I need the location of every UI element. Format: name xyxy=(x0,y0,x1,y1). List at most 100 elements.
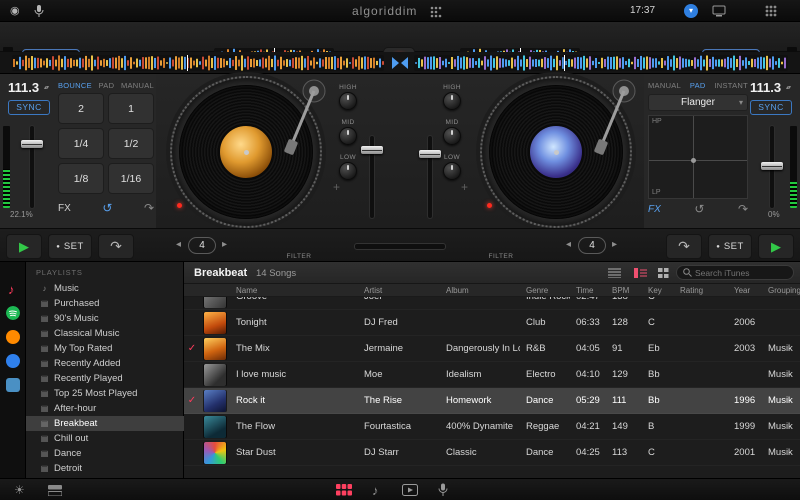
microphone-icon[interactable] xyxy=(34,4,44,18)
sidebar-item-top-25[interactable]: ▤Top 25 Most Played xyxy=(26,386,184,401)
bend-icon-right[interactable]: ↷ xyxy=(738,202,748,216)
soundcloud-source-icon[interactable] xyxy=(6,330,20,344)
play-button-left[interactable]: ▶ xyxy=(6,234,42,259)
tab-pad-right[interactable]: PAD xyxy=(690,81,706,90)
col-genre[interactable]: Genre xyxy=(520,286,570,295)
tab-bounce[interactable]: BOUNCE xyxy=(58,81,92,90)
bounce-pad-quarter[interactable]: 1/4 xyxy=(58,128,104,159)
bounce-pad-half[interactable]: 1/2 xyxy=(108,128,154,159)
sidebar-item-classical-music[interactable]: ▤Classical Music xyxy=(26,326,184,341)
cue-jump-button-right[interactable]: ↷ xyxy=(666,234,702,259)
sidebar-item-recently-played[interactable]: ▤Recently Played xyxy=(26,371,184,386)
crossfade-icon[interactable] xyxy=(391,57,409,69)
row-check[interactable]: ✓ xyxy=(184,343,200,354)
col-album[interactable]: Album xyxy=(440,286,520,295)
loop-double-left[interactable]: ▸ xyxy=(222,239,227,250)
fx-select-dropdown[interactable]: Flanger ▾ xyxy=(648,94,748,111)
col-bpm[interactable]: BPM xyxy=(606,286,642,295)
volume-fader-right[interactable] xyxy=(428,136,432,218)
col-time[interactable]: Time xyxy=(570,286,606,295)
col-grouping[interactable]: Grouping xyxy=(762,286,800,295)
tab-manual[interactable]: MANUAL xyxy=(121,81,154,90)
search-input[interactable] xyxy=(695,268,785,278)
eq-low-knob-left[interactable] xyxy=(339,162,357,180)
table-row[interactable]: Tonight DJ Fred Club 06:33 128 C 2006 xyxy=(184,310,800,336)
sidebar-item-my-top-rated[interactable]: ▤My Top Rated xyxy=(26,341,184,356)
bottom-tab-video-icon[interactable] xyxy=(402,484,418,496)
crossfader[interactable] xyxy=(354,243,446,250)
bend-icon-left[interactable]: ↷ xyxy=(144,201,154,215)
tonearm-left[interactable] xyxy=(278,78,330,166)
set-cue-button-left[interactable]: ●SET xyxy=(48,234,92,259)
brightness-icon[interactable]: ☀ xyxy=(14,483,25,497)
eq-mid-knob-right[interactable] xyxy=(443,127,461,145)
sidebar-item-music[interactable]: ♪Music xyxy=(26,281,184,296)
loop-half-right[interactable]: ◂ xyxy=(566,239,571,250)
bounce-pad-2[interactable]: 2 xyxy=(58,93,104,124)
table-row[interactable]: Groove Joel Indie Rock 02:47 138 C xyxy=(184,297,800,310)
cue-jump-button-left[interactable]: ↷ xyxy=(98,234,134,259)
loop-half-left[interactable]: ◂ xyxy=(176,239,181,250)
bottom-tab-music-icon[interactable]: ♪ xyxy=(372,483,379,498)
pitch-bend-plus-right[interactable]: + xyxy=(461,180,468,194)
files-source-icon[interactable] xyxy=(6,378,20,392)
tab-pad[interactable]: PAD xyxy=(99,81,115,90)
pitch-handle-left[interactable] xyxy=(21,140,43,148)
sync-button-right[interactable]: SYNC xyxy=(750,100,792,115)
sidebar-item-detroit[interactable]: ▤Detroit xyxy=(26,461,184,476)
view-list-art-icon[interactable] xyxy=(634,268,647,278)
pitch-bend-plus-left[interactable]: + xyxy=(333,180,340,194)
sidebar-item-after-hour[interactable]: ▤After-hour xyxy=(26,401,184,416)
fx-toggle-left[interactable]: FX xyxy=(58,203,71,214)
sync-button-left[interactable]: SYNC xyxy=(8,100,50,115)
itunes-source-icon[interactable]: ♪ xyxy=(8,282,15,297)
tab-instant-right[interactable]: INSTANT xyxy=(714,81,748,90)
table-row[interactable]: ✓ The Mix Jermaine Dangerously In Love R… xyxy=(184,336,800,362)
xy-cursor[interactable] xyxy=(691,158,696,163)
deck-right-bpm[interactable]: 111.3 xyxy=(750,80,781,95)
bounce-pad-1[interactable]: 1 xyxy=(108,93,154,124)
sidebar-item-chill-out[interactable]: ▤Chill out xyxy=(26,431,184,446)
col-rating[interactable]: Rating xyxy=(674,286,728,295)
bottom-tab-decks-icon[interactable] xyxy=(336,484,352,496)
tonearm-right[interactable] xyxy=(588,78,640,166)
search-field[interactable] xyxy=(676,265,794,280)
col-artist[interactable]: Artist xyxy=(358,286,440,295)
bpm-stepper-icon[interactable]: ▴▾ xyxy=(44,84,48,91)
table-row[interactable]: The Flow Fourtastica 400% Dynamite Regga… xyxy=(184,414,800,440)
record-session-icon[interactable]: ◉ xyxy=(10,4,20,17)
sidebar-item-dance[interactable]: ▤Dance xyxy=(26,446,184,461)
sidebar-item-purchased[interactable]: ▤Purchased xyxy=(26,296,184,311)
volume-handle-left[interactable] xyxy=(361,146,383,154)
row-check[interactable]: ✓ xyxy=(184,395,200,406)
sidebar-item-breakbeat[interactable]: ▤Breakbeat xyxy=(26,416,184,431)
col-year[interactable]: Year xyxy=(728,286,762,295)
eq-low-knob-right[interactable] xyxy=(443,162,461,180)
loop-double-right[interactable]: ▸ xyxy=(612,239,617,250)
col-key[interactable]: Key xyxy=(642,286,674,295)
view-list-icon[interactable] xyxy=(608,268,621,278)
eq-mid-knob-left[interactable] xyxy=(339,127,357,145)
table-row[interactable]: I love music Moe Idealism Electro 04:10 … xyxy=(184,362,800,388)
bpm-stepper-icon-right[interactable]: ▴▾ xyxy=(786,84,790,91)
bottom-tab-mic-icon[interactable] xyxy=(438,483,448,497)
table-row[interactable]: Star Dust DJ Starr Classic Dance 04:25 1… xyxy=(184,440,800,466)
deck-left-bpm[interactable]: 111.3 xyxy=(8,80,39,95)
play-button-right[interactable]: ▶ xyxy=(758,234,794,259)
sidebar-item-recently-added[interactable]: ▤Recently Added xyxy=(26,356,184,371)
waveform-overview-left[interactable] xyxy=(12,55,384,71)
fx-toggle-right[interactable]: FX xyxy=(648,204,661,215)
spotify-source-icon[interactable] xyxy=(6,306,20,320)
split-view-icon[interactable] xyxy=(48,485,62,496)
bounce-pad-eighth[interactable]: 1/8 xyxy=(58,163,104,194)
fx-xy-pad[interactable]: HP LP xyxy=(648,115,748,199)
tab-manual-right[interactable]: MANUAL xyxy=(648,81,681,90)
col-name[interactable]: Name xyxy=(230,286,358,295)
eq-high-knob-left[interactable] xyxy=(339,92,357,110)
table-column-header[interactable]: Name Artist Album Genre Time BPM Key Rat… xyxy=(184,284,800,297)
eq-high-knob-right[interactable] xyxy=(443,92,461,110)
table-row-selected[interactable]: ✓ Rock it The Rise Homework Dance 05:29 … xyxy=(184,388,800,414)
loop-length-right[interactable]: 4 xyxy=(578,237,606,254)
loop-length-left[interactable]: 4 xyxy=(188,237,216,254)
bounce-pad-sixteenth[interactable]: 1/16 xyxy=(108,163,154,194)
